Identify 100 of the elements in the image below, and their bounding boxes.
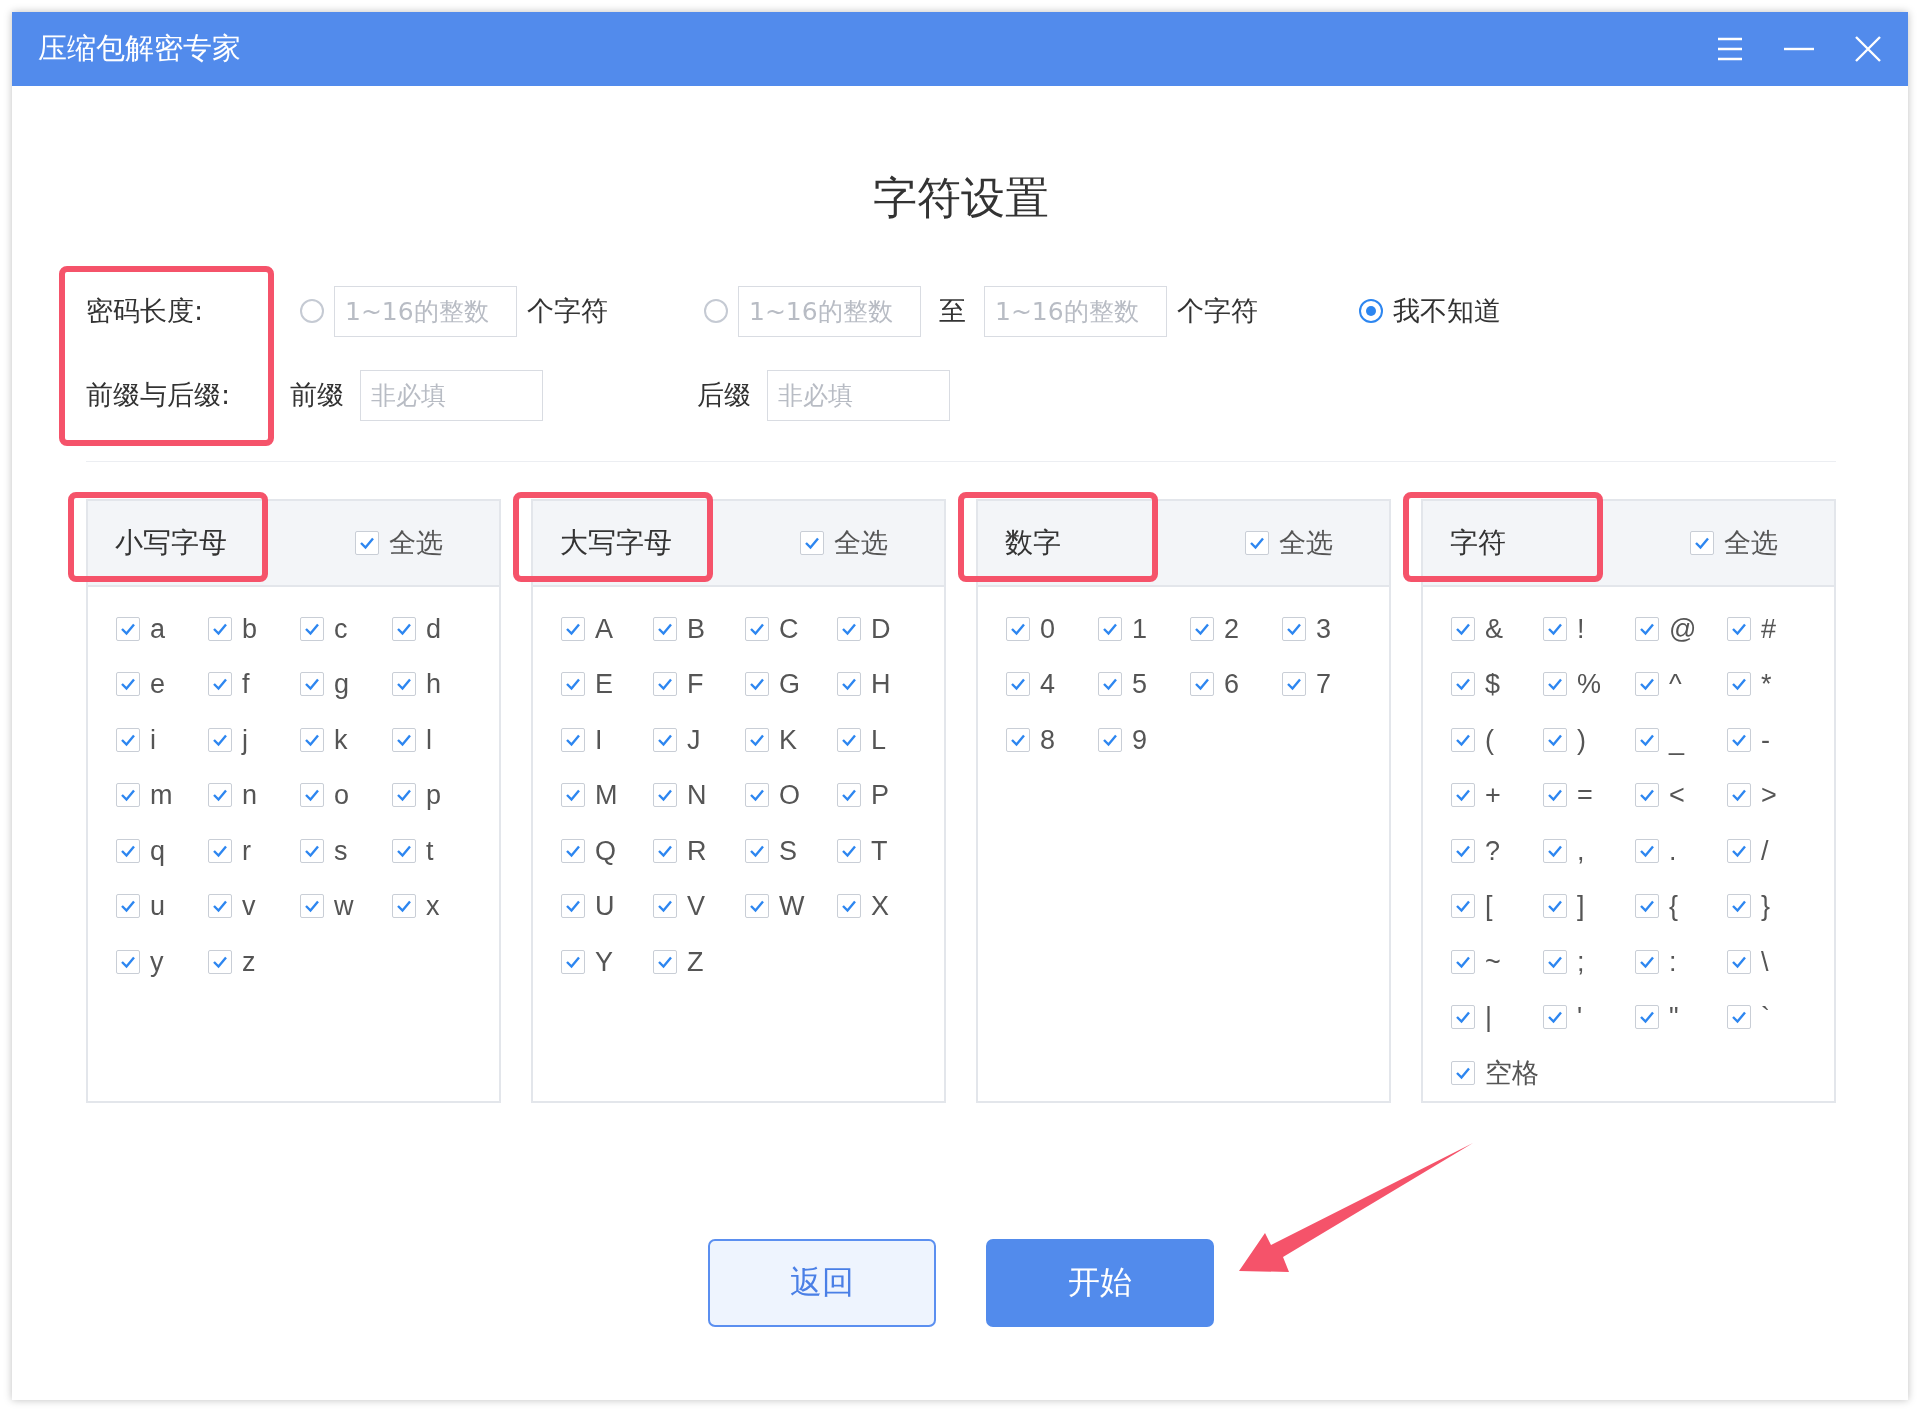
- checkbox[interactable]: [653, 783, 677, 808]
- checkbox[interactable]: [116, 894, 140, 919]
- checkbox[interactable]: [1451, 949, 1475, 974]
- checkbox[interactable]: [561, 894, 585, 919]
- checkbox[interactable]: [1727, 783, 1751, 808]
- checkbox[interactable]: [392, 616, 416, 641]
- checkbox[interactable]: [1727, 727, 1751, 752]
- checkbox[interactable]: [392, 672, 416, 697]
- checkbox[interactable]: [116, 616, 140, 641]
- minimize-icon[interactable]: [1784, 47, 1814, 51]
- checkbox[interactable]: [1543, 1005, 1567, 1030]
- checkbox[interactable]: [1098, 727, 1122, 752]
- checkbox[interactable]: [1727, 894, 1751, 919]
- checkbox[interactable]: [745, 894, 769, 919]
- checkbox[interactable]: [837, 894, 861, 919]
- checkbox[interactable]: [1098, 672, 1122, 697]
- checkbox[interactable]: [1543, 838, 1567, 863]
- input-field[interactable]: 非必填: [360, 369, 543, 421]
- checkbox[interactable]: [1543, 616, 1567, 641]
- checkbox[interactable]: [653, 838, 677, 863]
- checkbox[interactable]: [1635, 1005, 1659, 1030]
- checkbox[interactable]: [837, 727, 861, 752]
- checkbox[interactable]: [1635, 616, 1659, 641]
- checkbox[interactable]: [1245, 531, 1269, 555]
- checkbox[interactable]: [1451, 1005, 1475, 1030]
- checkbox[interactable]: [837, 672, 861, 697]
- checkbox[interactable]: [1451, 838, 1475, 863]
- checkbox[interactable]: [653, 616, 677, 641]
- checkbox[interactable]: [1098, 616, 1122, 641]
- checkbox[interactable]: [653, 672, 677, 697]
- checkbox[interactable]: [653, 727, 677, 752]
- checkbox[interactable]: [1451, 894, 1475, 919]
- back-button[interactable]: 返回: [708, 1239, 936, 1327]
- checkbox[interactable]: [300, 838, 324, 863]
- checkbox[interactable]: [1282, 672, 1306, 697]
- checkbox[interactable]: [745, 783, 769, 808]
- checkbox[interactable]: [837, 616, 861, 641]
- checkbox[interactable]: [561, 727, 585, 752]
- checkbox[interactable]: [1727, 838, 1751, 863]
- checkbox[interactable]: [1727, 1005, 1751, 1030]
- checkbox[interactable]: [561, 672, 585, 697]
- checkbox[interactable]: [300, 727, 324, 752]
- checkbox[interactable]: [355, 531, 379, 555]
- input-field[interactable]: 非必填: [767, 369, 950, 421]
- checkbox[interactable]: [300, 616, 324, 641]
- checkbox[interactable]: [392, 727, 416, 752]
- checkbox[interactable]: [208, 838, 232, 863]
- checkbox[interactable]: [1543, 672, 1567, 697]
- checkbox[interactable]: [1006, 727, 1030, 752]
- checkbox[interactable]: [1190, 672, 1214, 697]
- checkbox[interactable]: [1451, 1060, 1475, 1085]
- input-field[interactable]: 1~16的整数: [984, 285, 1167, 337]
- checkbox[interactable]: [116, 783, 140, 808]
- checkbox[interactable]: [208, 727, 232, 752]
- checkbox[interactable]: [800, 531, 824, 555]
- checkbox[interactable]: [1635, 838, 1659, 863]
- checkbox[interactable]: [653, 894, 677, 919]
- checkbox[interactable]: [1006, 616, 1030, 641]
- checkbox[interactable]: [1727, 672, 1751, 697]
- checkbox[interactable]: [1635, 949, 1659, 974]
- checkbox[interactable]: [392, 894, 416, 919]
- input-field[interactable]: 1~16的整数: [334, 285, 517, 337]
- checkbox[interactable]: [561, 616, 585, 641]
- checkbox[interactable]: [837, 783, 861, 808]
- checkbox[interactable]: [1451, 616, 1475, 641]
- checkbox[interactable]: [300, 894, 324, 919]
- checkbox[interactable]: [1006, 672, 1030, 697]
- checkbox[interactable]: [1451, 727, 1475, 752]
- checkbox[interactable]: [1635, 727, 1659, 752]
- checkbox[interactable]: [208, 894, 232, 919]
- checkbox[interactable]: [745, 727, 769, 752]
- checkbox[interactable]: [1543, 949, 1567, 974]
- checkbox[interactable]: [1635, 672, 1659, 697]
- checkbox[interactable]: [1543, 894, 1567, 919]
- checkbox[interactable]: [300, 672, 324, 697]
- checkbox[interactable]: [745, 616, 769, 641]
- checkbox[interactable]: [561, 949, 585, 974]
- checkbox[interactable]: [208, 616, 232, 641]
- checkbox[interactable]: [116, 727, 140, 752]
- checkbox[interactable]: [1451, 672, 1475, 697]
- radio-button[interactable]: [704, 299, 728, 323]
- checkbox[interactable]: [1635, 894, 1659, 919]
- checkbox[interactable]: [392, 783, 416, 808]
- checkbox[interactable]: [745, 672, 769, 697]
- checkbox[interactable]: [1690, 531, 1714, 555]
- checkbox[interactable]: [1190, 616, 1214, 641]
- checkbox[interactable]: [561, 783, 585, 808]
- start-button[interactable]: 开始: [986, 1239, 1214, 1327]
- close-icon[interactable]: [1854, 35, 1882, 63]
- checkbox[interactable]: [837, 838, 861, 863]
- checkbox[interactable]: [561, 838, 585, 863]
- checkbox[interactable]: [1451, 783, 1475, 808]
- checkbox[interactable]: [300, 783, 324, 808]
- checkbox[interactable]: [1727, 616, 1751, 641]
- menu-icon[interactable]: [1716, 36, 1744, 62]
- checkbox[interactable]: [745, 838, 769, 863]
- input-field[interactable]: 1~16的整数: [738, 285, 921, 337]
- radio-button[interactable]: [1359, 299, 1383, 323]
- radio-button[interactable]: [300, 299, 324, 323]
- checkbox[interactable]: [1282, 616, 1306, 641]
